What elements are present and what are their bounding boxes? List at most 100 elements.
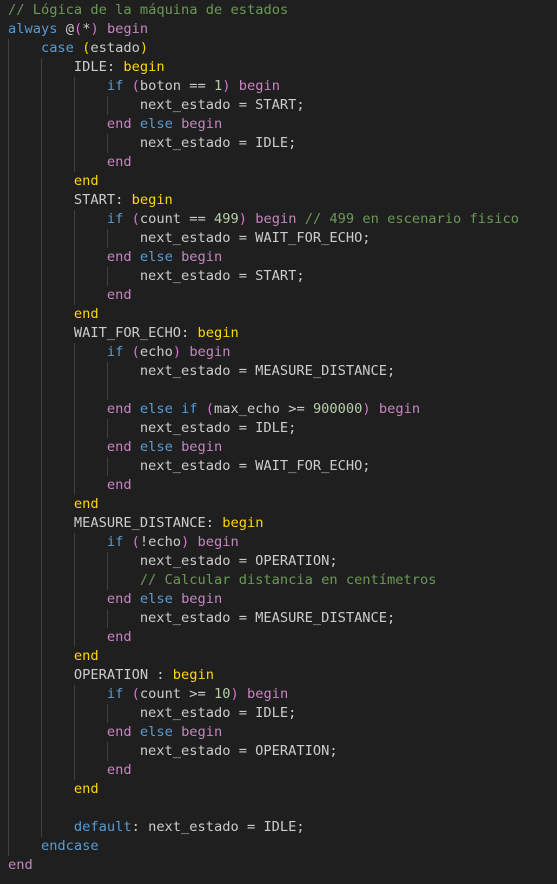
indent-guide	[40, 400, 74, 419]
code-token: boton ==	[139, 78, 215, 94]
code-token: 900000	[312, 401, 363, 417]
code-line[interactable]: // Calcular distancia en centímetros	[8, 571, 557, 590]
code-line[interactable]: end	[8, 628, 557, 647]
code-line[interactable]: // Lógica de la máquina de estados	[8, 1, 557, 20]
code-line[interactable]: next_estado = MEASURE_DISTANCE;	[8, 362, 557, 381]
code-line[interactable]: START: begin	[8, 191, 557, 210]
code-line[interactable]: end	[8, 153, 557, 172]
code-line[interactable]: end else begin	[8, 723, 557, 742]
code-token: )	[139, 40, 149, 56]
code-token: MEASURE_DISTANCE:	[73, 515, 223, 531]
code-line[interactable]: WAIT_FOR_ECHO: begin	[8, 324, 557, 343]
code-line[interactable]	[8, 381, 557, 400]
code-line[interactable]: end	[8, 856, 557, 875]
code-line[interactable]: next_estado = START;	[8, 96, 557, 115]
indent-guide	[106, 704, 140, 723]
indent-guide	[106, 419, 140, 438]
code-line[interactable]: end else begin	[8, 115, 557, 134]
indent-guide	[8, 647, 41, 666]
code-token: begin	[222, 515, 264, 531]
code-token: case	[40, 40, 74, 56]
code-token: OPERATION :	[73, 667, 173, 683]
code-token: (	[131, 344, 140, 360]
indent-guide	[8, 191, 41, 210]
code-line[interactable]: next_estado = IDLE;	[8, 419, 557, 438]
code-line[interactable]: next_estado = START;	[8, 267, 557, 286]
code-token: )	[172, 344, 182, 360]
indent-guide	[8, 229, 41, 248]
indent-guide	[8, 609, 41, 628]
indent-guide	[40, 286, 74, 305]
code-line[interactable]: if (count >= 10) begin	[8, 685, 557, 704]
indent-guide	[40, 818, 74, 837]
code-line[interactable]	[8, 799, 557, 818]
indent-guide	[8, 666, 41, 685]
code-line[interactable]: next_estado = IDLE;	[8, 704, 557, 723]
code-line[interactable]: IDLE: begin	[8, 58, 557, 77]
code-token: else	[139, 439, 173, 455]
code-line[interactable]: OPERATION : begin	[8, 666, 557, 685]
code-line[interactable]: end	[8, 305, 557, 324]
indent-guide	[8, 39, 41, 58]
code-line[interactable]: end	[8, 495, 557, 514]
code-line[interactable]: end else if (max_echo >= 900000) begin	[8, 400, 557, 419]
indent-guide	[8, 77, 41, 96]
code-line[interactable]: end	[8, 647, 557, 666]
code-line[interactable]: next_estado = MEASURE_DISTANCE;	[8, 609, 557, 628]
code-line[interactable]: end	[8, 286, 557, 305]
code-line[interactable]: MEASURE_DISTANCE: begin	[8, 514, 557, 533]
indent-guide	[106, 457, 140, 476]
code-line[interactable]: end	[8, 476, 557, 495]
code-line[interactable]: if (echo) begin	[8, 343, 557, 362]
code-line[interactable]: end	[8, 172, 557, 191]
code-token: end	[73, 781, 99, 797]
indent-guide	[40, 799, 74, 818]
indent-guide	[73, 419, 107, 438]
code-line[interactable]: always @(*) begin	[8, 20, 557, 39]
indent-guide	[40, 780, 74, 799]
code-line[interactable]: end	[8, 761, 557, 780]
code-token: )	[362, 401, 371, 417]
indent-guide	[40, 229, 74, 248]
code-token: default	[73, 819, 132, 835]
indent-guide	[8, 590, 41, 609]
code-line[interactable]: next_estado = OPERATION;	[8, 742, 557, 761]
code-editor[interactable]: // Lógica de la máquina de estados always…	[0, 0, 557, 875]
indent-guide	[73, 115, 107, 134]
code-line[interactable]: endcase	[8, 837, 557, 856]
indent-guide	[40, 704, 74, 723]
code-line[interactable]: end else begin	[8, 590, 557, 609]
indent-guide	[8, 704, 41, 723]
code-line[interactable]: next_estado = WAIT_FOR_ECHO;	[8, 229, 557, 248]
code-line[interactable]: default: next_estado = IDLE;	[8, 818, 557, 837]
code-line[interactable]: if (count == 499) begin // 499 en escena…	[8, 210, 557, 229]
code-token: )	[90, 21, 99, 37]
code-line[interactable]: end else begin	[8, 248, 557, 267]
code-token: begin	[181, 249, 223, 265]
code-token: begin	[123, 59, 165, 75]
code-line[interactable]: next_estado = IDLE;	[8, 134, 557, 153]
code-line[interactable]: if (!echo) begin	[8, 533, 557, 552]
indent-guide	[40, 552, 74, 571]
code-line[interactable]: end else begin	[8, 438, 557, 457]
code-line[interactable]: next_estado = WAIT_FOR_ECHO;	[8, 457, 557, 476]
indent-guide	[40, 742, 74, 761]
code-token: end	[106, 116, 132, 132]
code-token: !echo	[139, 534, 182, 550]
indent-guide	[73, 590, 107, 609]
code-token: START:	[73, 192, 132, 208]
code-line[interactable]: if (boton == 1) begin	[8, 77, 557, 96]
code-token: end	[106, 724, 132, 740]
indent-guide	[8, 267, 41, 286]
indent-guide	[73, 210, 107, 229]
code-line[interactable]: case (estado)	[8, 39, 557, 58]
code-token: end	[106, 762, 132, 778]
code-line[interactable]: end	[8, 780, 557, 799]
code-line[interactable]: next_estado = OPERATION;	[8, 552, 557, 571]
